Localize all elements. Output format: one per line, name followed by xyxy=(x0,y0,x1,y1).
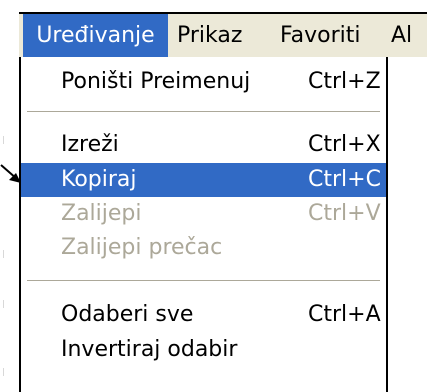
menu-item-paste: Zalijepi Ctrl+V xyxy=(21,197,386,231)
menu-separator xyxy=(27,280,380,282)
menu-item-label: Poništi Preimenuj xyxy=(61,69,251,94)
menu-item-cut[interactable]: Izreži Ctrl+X xyxy=(21,128,386,162)
menu-item-paste-shortcut: Zalijepi prečac xyxy=(21,231,386,265)
menu-prikaz[interactable]: Prikaz xyxy=(177,14,242,57)
menu-uredivanje[interactable]: Uređivanje xyxy=(23,14,168,57)
background-speck xyxy=(3,368,4,376)
background-speck xyxy=(3,300,4,308)
menu-item-shortcut: Ctrl+V xyxy=(308,201,381,226)
menu-item-label: Odaberi sve xyxy=(61,302,194,327)
menu-item-shortcut: Ctrl+Z xyxy=(308,69,381,94)
menu-item-label: Izreži xyxy=(61,132,119,157)
menu-item-undo-rename[interactable]: Poništi Preimenuj Ctrl+Z xyxy=(21,65,386,99)
menu-item-invert-selection[interactable]: Invertiraj odabir xyxy=(21,333,386,367)
menu-item-label: Invertiraj odabir xyxy=(61,337,238,362)
menu-item-copy[interactable]: Kopiraj Ctrl+C xyxy=(21,163,386,197)
background-speck xyxy=(3,250,4,258)
menu-item-shortcut: Ctrl+X xyxy=(308,132,381,157)
menu-alati-partial[interactable]: Al xyxy=(391,14,412,57)
menu-separator xyxy=(27,111,380,113)
menu-item-label: Kopiraj xyxy=(61,167,137,192)
menu-bar: Uređivanje Prikaz Favoriti Al xyxy=(19,12,427,57)
arrow-pointer-icon xyxy=(0,164,21,183)
menu-item-label: Zalijepi xyxy=(61,201,142,226)
menu-item-label: Zalijepi prečac xyxy=(61,235,223,260)
menu-item-select-all[interactable]: Odaberi sve Ctrl+A xyxy=(21,298,386,332)
menu-item-shortcut: Ctrl+A xyxy=(308,302,381,327)
background-speck xyxy=(3,136,4,144)
menu-favoriti[interactable]: Favoriti xyxy=(280,14,361,57)
edit-dropdown-menu: Poništi Preimenuj Ctrl+Z Izreži Ctrl+X K… xyxy=(19,57,388,392)
menu-item-shortcut: Ctrl+C xyxy=(308,167,381,192)
